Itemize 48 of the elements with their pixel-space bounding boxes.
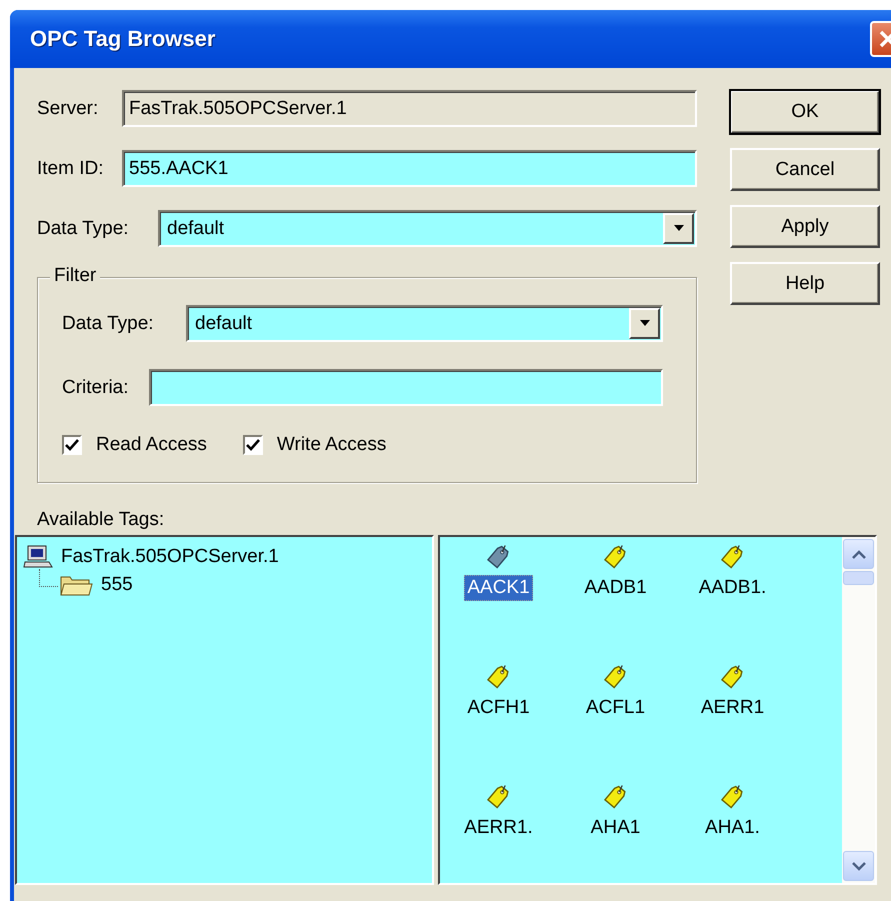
tag-icon bbox=[720, 783, 746, 809]
checkbox-label: Write Access bbox=[276, 434, 386, 456]
input-field[interactable]: 555.AACK1 bbox=[122, 150, 697, 187]
dialog-button[interactable]: OK bbox=[730, 90, 880, 134]
tree-item[interactable]: FasTrak.505OPCServer.1 bbox=[61, 546, 279, 568]
chevron-down-icon bbox=[852, 862, 866, 870]
scrollbar[interactable] bbox=[842, 537, 875, 883]
input-field[interactable] bbox=[149, 369, 663, 406]
tag-item[interactable]: AERR1 bbox=[698, 695, 768, 721]
scroll-up-button[interactable] bbox=[843, 539, 874, 569]
computer-icon bbox=[23, 545, 53, 569]
window-title: OPC Tag Browser bbox=[30, 26, 216, 52]
tag-icon bbox=[486, 543, 512, 569]
tag-icon bbox=[720, 543, 746, 569]
field-label: Data Type: bbox=[37, 218, 130, 240]
dialog-button[interactable]: Apply bbox=[730, 205, 880, 248]
field-label: Data Type: bbox=[62, 312, 155, 334]
tag-icon bbox=[486, 663, 512, 689]
tag-item[interactable]: AHA1. bbox=[702, 815, 763, 841]
tag-item[interactable]: AERR1. bbox=[461, 815, 536, 841]
scroll-thumb[interactable] bbox=[843, 571, 874, 585]
checkbox-label: Read Access bbox=[96, 434, 207, 456]
tag-icon bbox=[720, 663, 746, 689]
tag-item[interactable]: AADB1 bbox=[581, 575, 650, 601]
tag-icon bbox=[602, 543, 628, 569]
field-label: Criteria: bbox=[62, 376, 130, 398]
scroll-down-button[interactable] bbox=[843, 851, 874, 881]
tag-item[interactable]: ACFH1 bbox=[464, 695, 533, 721]
dropdown-field[interactable]: default bbox=[186, 305, 663, 342]
tag-icon bbox=[486, 783, 512, 809]
tag-item[interactable]: ACFL1 bbox=[582, 695, 648, 721]
dropdown-field[interactable]: default bbox=[158, 210, 697, 247]
tree-item[interactable]: 555 bbox=[101, 574, 133, 596]
tag-item[interactable]: AHA1 bbox=[588, 815, 644, 841]
chevron-up-icon bbox=[852, 550, 866, 558]
tag-icon bbox=[602, 783, 628, 809]
field-label: Server: bbox=[37, 98, 100, 120]
tag-icon bbox=[602, 663, 628, 689]
dialog-button[interactable]: Help bbox=[730, 262, 880, 305]
tag-item[interactable]: AADB1. bbox=[696, 575, 770, 601]
section-label: Available Tags: bbox=[37, 509, 166, 531]
dialog-button[interactable]: Cancel bbox=[730, 148, 880, 191]
dropdown-arrow-icon bbox=[672, 225, 684, 232]
field-label: Item ID: bbox=[37, 158, 105, 180]
checkbox[interactable] bbox=[62, 435, 82, 455]
dropdown-arrow-icon bbox=[638, 320, 650, 327]
tag-item[interactable]: AACK1 bbox=[464, 575, 533, 601]
checkbox[interactable] bbox=[242, 435, 263, 455]
